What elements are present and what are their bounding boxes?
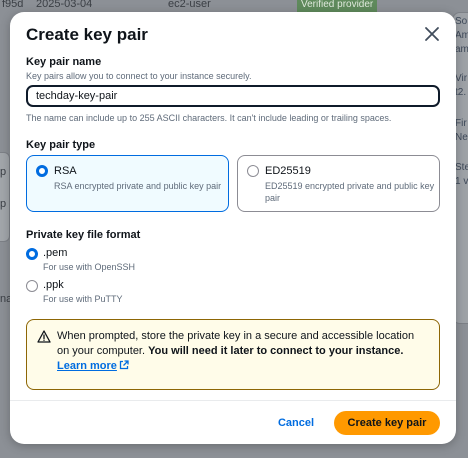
- background-left-text: p: [0, 166, 7, 178]
- background-right-text: Fir: [455, 118, 467, 129]
- key-type-option-description: ED25519 encrypted private and public key…: [265, 181, 435, 203]
- radio-unselected-icon: [26, 280, 38, 292]
- warning-icon: [37, 330, 51, 343]
- warning-alert: When prompted, store the private key in …: [26, 319, 440, 390]
- key-type-option-title: ED25519: [265, 165, 311, 177]
- file-format-option-title: .ppk: [43, 279, 64, 291]
- background-right-text: Ne: [455, 132, 468, 143]
- background-verified-badge: Verified provider: [297, 0, 377, 12]
- alert-text-bold: You will need it later to connect to you…: [148, 345, 404, 357]
- key-pair-name-description: Key pairs allow you to connect to your i…: [26, 71, 252, 81]
- learn-more-link[interactable]: Learn more: [57, 360, 129, 372]
- background-cell-id: f95d: [2, 0, 24, 10]
- footer-divider: [10, 400, 456, 401]
- file-format-option-description: For use with PuTTY: [43, 294, 123, 304]
- create-key-pair-button[interactable]: Create key pair: [334, 411, 440, 435]
- radio-selected-icon: [26, 248, 38, 260]
- cancel-button[interactable]: Cancel: [272, 412, 320, 434]
- background-right-text: Ste: [455, 162, 468, 173]
- file-format-option-description: For use with OpenSSH: [43, 262, 136, 272]
- close-icon: [425, 27, 439, 41]
- key-pair-name-input[interactable]: [26, 85, 440, 107]
- create-key-pair-modal: Create key pair Key pair name Key pairs …: [10, 12, 456, 444]
- file-format-option-ppk[interactable]: .ppk For use with PuTTY: [26, 279, 166, 307]
- radio-selected-icon: [36, 165, 48, 177]
- background-right-text: t2.: [455, 87, 467, 98]
- background-cell-user: ec2-user: [168, 0, 211, 10]
- file-format-option-title: .pem: [43, 247, 68, 259]
- alert-message: When prompted, store the private key in …: [57, 329, 427, 374]
- close-button[interactable]: [423, 25, 441, 43]
- background-right-text: Vir: [455, 73, 468, 84]
- radio-unselected-icon: [247, 165, 259, 177]
- file-format-option-pem[interactable]: .pem For use with OpenSSH: [26, 247, 166, 275]
- background-right-text: So: [455, 16, 468, 27]
- background-left-text: p: [0, 198, 7, 210]
- background-right-text: 1 v: [455, 176, 468, 187]
- key-type-option-ed25519[interactable]: ED25519 ED25519 encrypted private and pu…: [237, 155, 440, 212]
- modal-title: Create key pair: [26, 25, 148, 44]
- key-type-option-rsa[interactable]: RSA RSA encrypted private and public key…: [26, 155, 229, 212]
- background-table-row: f95d 2025-03-04 ec2-user: [0, 0, 468, 12]
- background-right-text: Am: [455, 30, 468, 41]
- key-type-option-title: RSA: [54, 165, 77, 177]
- background-right-text: am: [455, 44, 468, 55]
- key-type-option-description: RSA encrypted private and public key pai…: [54, 181, 222, 191]
- file-format-label: Private key file format: [26, 229, 141, 241]
- key-pair-type-label: Key pair type: [26, 139, 96, 151]
- learn-more-label: Learn more: [57, 360, 117, 372]
- external-link-icon: [119, 360, 129, 370]
- key-pair-name-constraint: The name can include up to 255 ASCII cha…: [26, 113, 392, 123]
- background-cell-date: 2025-03-04: [36, 0, 93, 10]
- key-pair-name-label: Key pair name: [26, 56, 102, 68]
